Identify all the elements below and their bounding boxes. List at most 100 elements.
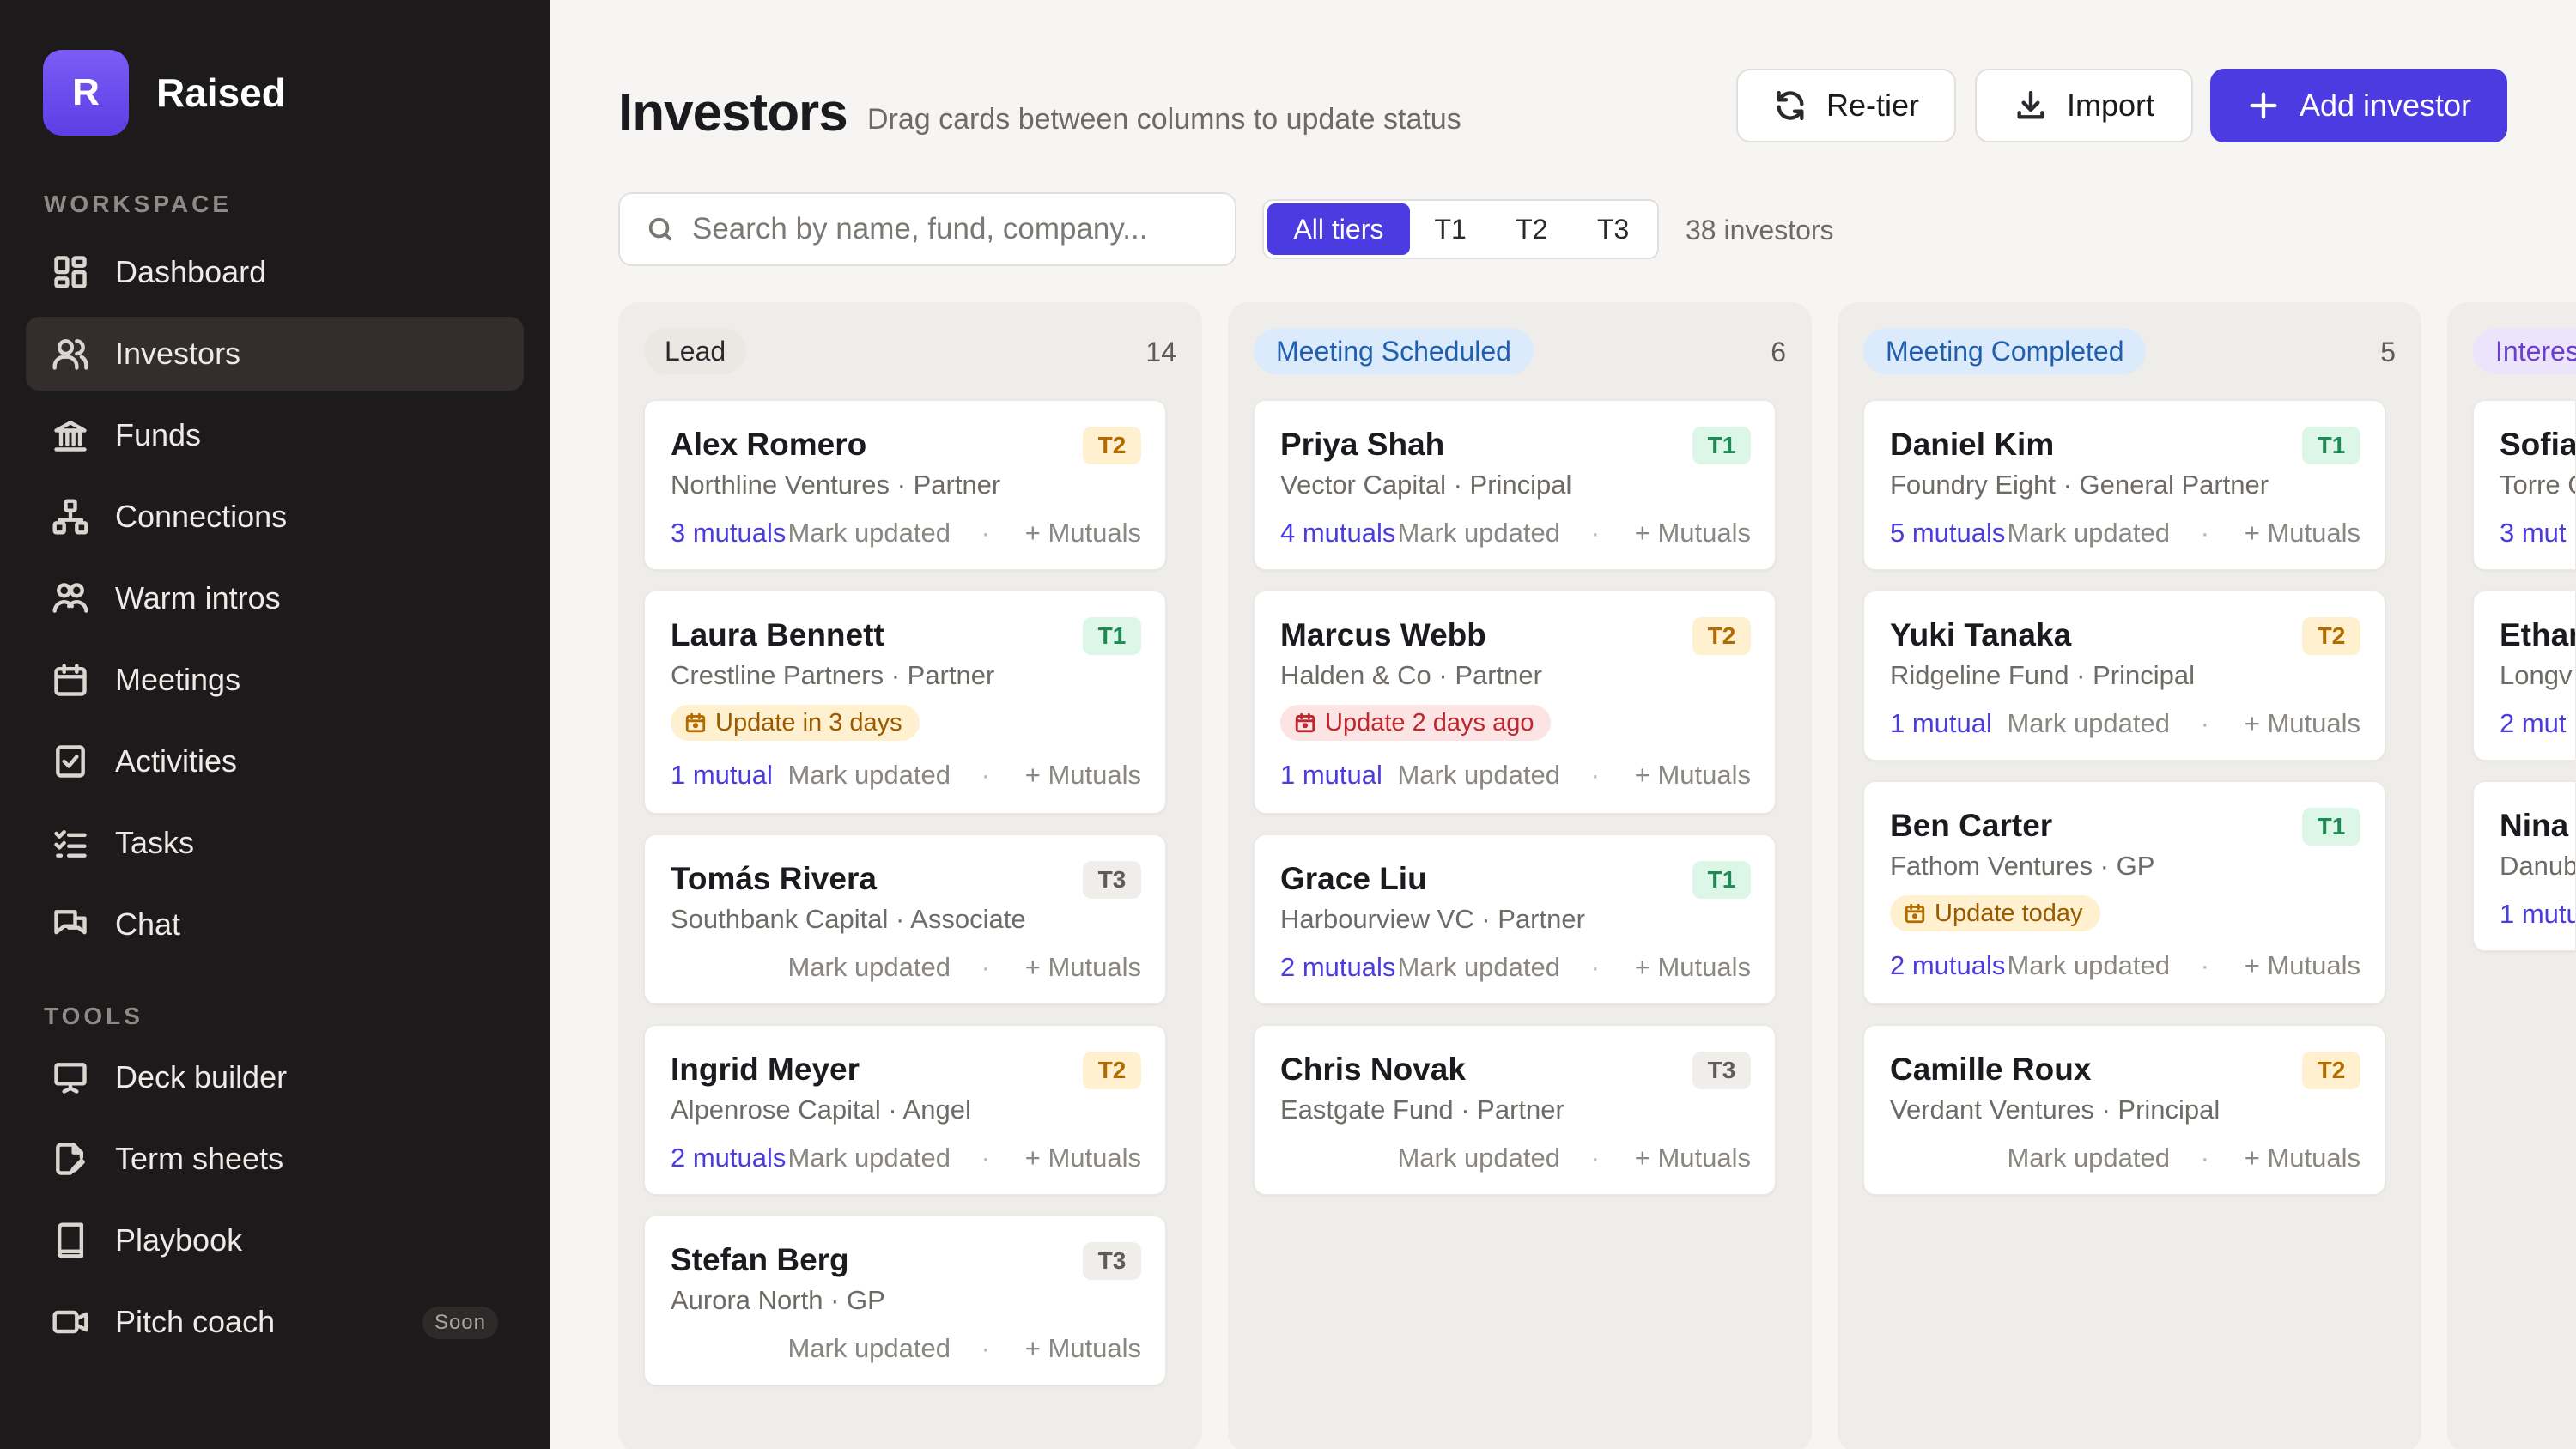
mark-updated-button[interactable]: Mark updated <box>2007 708 2170 739</box>
sidebar-item-label: Playbook <box>115 1222 243 1258</box>
calendar-icon <box>52 661 89 699</box>
mark-updated-button[interactable]: Mark updated <box>2007 950 2170 981</box>
investor-card[interactable]: Ben Carter T1 Fathom Ventures · GP Updat… <box>1863 781 2385 1004</box>
sidebar-item-playbook[interactable]: Playbook <box>26 1203 524 1277</box>
mutuals-link[interactable]: 1 mutual <box>1890 708 1992 739</box>
mutuals-link[interactable]: 5 mutuals <box>1890 518 2005 549</box>
investor-card[interactable]: Daniel Kim T1 Foundry Eight · General Pa… <box>1863 400 2385 570</box>
search-box[interactable] <box>618 192 1236 266</box>
mark-updated-button[interactable]: Mark updated <box>787 1333 951 1364</box>
card-footer: 3 mutuals Mark updated · + Mutuals <box>671 518 1141 552</box>
mark-updated-button[interactable]: Mark updated <box>787 1143 951 1173</box>
sidebar-item-meetings[interactable]: Meetings <box>26 643 524 717</box>
card-footer: 4 mutuals Mark updated · + Mutuals <box>1280 518 1751 552</box>
investor-card[interactable]: Stefan Berg T3 Aurora North · GP Mark up… <box>644 1216 1166 1385</box>
checklist-icon <box>52 824 89 862</box>
investor-fund: Danub <box>2500 851 2576 881</box>
tier-filter-t1[interactable]: T1 <box>1410 203 1492 255</box>
separator-dot: · <box>1590 1143 1600 1173</box>
add-mutuals-button[interactable]: + Mutuals <box>1025 1333 1141 1364</box>
sidebar-item-connections[interactable]: Connections <box>26 480 524 554</box>
investor-card[interactable]: Laura Bennett T1 Crestline Partners · Pa… <box>644 591 1166 814</box>
sidebar-item-deck-builder[interactable]: Deck builder <box>26 1040 524 1114</box>
add-investor-button[interactable]: Add investor <box>2210 69 2507 142</box>
chat-icon <box>52 906 89 943</box>
retier-label: Re-tier <box>1826 88 1920 123</box>
column-header: Meeting Completed 5 <box>1863 328 2396 374</box>
investor-card[interactable]: Priya Shah T1 Vector Capital · Principal… <box>1254 400 1776 570</box>
mark-updated-button[interactable]: Mark updated <box>787 518 951 549</box>
brand-logo: R <box>43 50 129 136</box>
investor-card[interactable]: Sofia Torre C 3 mut <box>2473 400 2576 570</box>
mutuals-link[interactable]: 2 mut <box>2500 708 2567 739</box>
tier-badge: T2 <box>1692 617 1751 655</box>
investor-card[interactable]: Ingrid Meyer T2 Alpenrose Capital · Ange… <box>644 1025 1166 1195</box>
tier-badge: T3 <box>1692 1052 1751 1089</box>
mutuals-link[interactable]: 2 mutuals <box>671 1143 786 1173</box>
tier-filter-t2[interactable]: T2 <box>1492 203 1573 255</box>
sidebar-item-funds[interactable]: Funds <box>26 398 524 472</box>
investor-card[interactable]: Grace Liu T1 Harbourview VC · Partner 2 … <box>1254 834 1776 1004</box>
mark-updated-button[interactable]: Mark updated <box>1397 760 1560 791</box>
search-input[interactable] <box>692 212 1207 246</box>
sidebar-item-activities[interactable]: Activities <box>26 724 524 798</box>
add-mutuals-button[interactable]: + Mutuals <box>2245 950 2360 981</box>
mark-updated-button[interactable]: Mark updated <box>1397 952 1560 983</box>
mutuals-link[interactable]: 1 mutual <box>671 760 773 791</box>
mark-updated-button[interactable]: Mark updated <box>2007 518 2170 549</box>
mutuals-link[interactable]: 2 mutuals <box>1280 952 1395 983</box>
tier-filter-all[interactable]: All tiers <box>1267 203 1410 255</box>
investor-card[interactable]: Tomás Rivera T3 Southbank Capital · Asso… <box>644 834 1166 1004</box>
investor-card[interactable]: Alex Romero T2 Northline Ventures · Part… <box>644 400 1166 570</box>
mutuals-link[interactable]: 2 mutuals <box>1890 950 2005 981</box>
bank-icon <box>52 416 89 454</box>
add-mutuals-button[interactable]: + Mutuals <box>2245 1143 2360 1173</box>
mark-updated-button[interactable]: Mark updated <box>1397 1143 1560 1173</box>
card-footer: Mark updated · + Mutuals <box>671 952 1141 986</box>
stage-label: Meeting Completed <box>1863 328 2147 374</box>
investor-name: Nina <box>2500 808 2569 843</box>
mark-updated-button[interactable]: Mark updated <box>787 952 951 983</box>
investor-card[interactable]: Chris Novak T3 Eastgate Fund · Partner M… <box>1254 1025 1776 1195</box>
investor-fund: Longv <box>2500 660 2573 690</box>
add-mutuals-button[interactable]: + Mutuals <box>1635 952 1751 983</box>
investor-card[interactable]: Yuki Tanaka T2 Ridgeline Fund · Principa… <box>1863 591 2385 761</box>
add-mutuals-button[interactable]: + Mutuals <box>1025 760 1141 791</box>
investor-card[interactable]: Marcus Webb T2 Halden & Co · Partner Upd… <box>1254 591 1776 814</box>
investor-name: Daniel Kim <box>1890 427 2055 462</box>
add-mutuals-button[interactable]: + Mutuals <box>1025 1143 1141 1173</box>
tier-filter: All tiers T1 T2 T3 <box>1262 199 1659 259</box>
sidebar-item-pitch-coach[interactable]: Pitch coach Soon <box>26 1285 524 1359</box>
mutuals-link[interactable]: 3 mut <box>2500 518 2567 549</box>
mark-updated-button[interactable]: Mark updated <box>1397 518 1560 549</box>
retier-button[interactable]: Re-tier <box>1736 69 1956 142</box>
investor-card[interactable]: Nina Danub 1 mutu <box>2473 781 2576 951</box>
mutuals-link[interactable]: 4 mutuals <box>1280 518 1395 549</box>
mutuals-link[interactable]: 3 mutuals <box>671 518 786 549</box>
add-mutuals-button[interactable]: + Mutuals <box>1635 518 1751 549</box>
import-button[interactable]: Import <box>1975 69 2193 142</box>
sidebar-item-warm-intros[interactable]: Warm intros <box>26 561 524 635</box>
tier-filter-t3[interactable]: T3 <box>1572 203 1654 255</box>
add-mutuals-button[interactable]: + Mutuals <box>1635 1143 1751 1173</box>
investor-name: Yuki Tanaka <box>1890 617 2072 652</box>
mutuals-link[interactable]: 1 mutual <box>1280 760 1382 791</box>
sidebar-item-dashboard[interactable]: Dashboard <box>26 235 524 309</box>
sidebar-item-label: Activities <box>115 743 238 779</box>
add-mutuals-button[interactable]: + Mutuals <box>1025 952 1141 983</box>
add-mutuals-button[interactable]: + Mutuals <box>1025 518 1141 549</box>
sidebar-item-tasks[interactable]: Tasks <box>26 806 524 880</box>
sidebar-item-chat[interactable]: Chat <box>26 888 524 961</box>
add-mutuals-button[interactable]: + Mutuals <box>2245 708 2360 739</box>
sidebar-item-investors[interactable]: Investors <box>26 317 524 391</box>
investor-card[interactable]: Ethan Longv 2 mut <box>2473 591 2576 761</box>
mark-updated-button[interactable]: Mark updated <box>2007 1143 2170 1173</box>
mutuals-link[interactable]: 1 mutu <box>2500 899 2575 930</box>
sidebar-item-term-sheets[interactable]: Term sheets <box>26 1122 524 1196</box>
investor-card[interactable]: Camille Roux T2 Verdant Ventures · Princ… <box>1863 1025 2385 1195</box>
add-mutuals-button[interactable]: + Mutuals <box>2245 518 2360 549</box>
brand[interactable]: R Raised <box>43 50 286 136</box>
card-footer: 1 mutual Mark updated · + Mutuals <box>671 760 1141 794</box>
add-mutuals-button[interactable]: + Mutuals <box>1635 760 1751 791</box>
mark-updated-button[interactable]: Mark updated <box>787 760 951 791</box>
